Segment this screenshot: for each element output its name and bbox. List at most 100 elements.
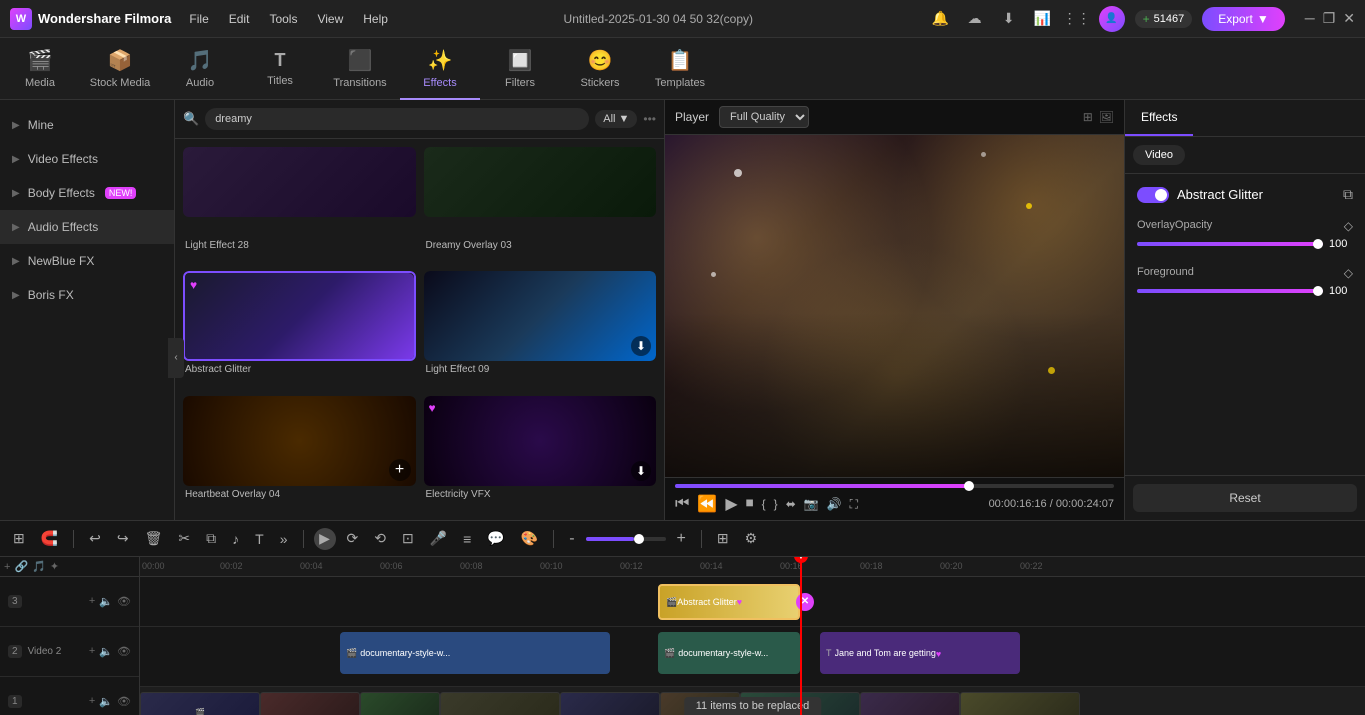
menu-file[interactable]: File (189, 12, 208, 26)
jane-tom-clip[interactable]: T Jane and Tom are getting ♥ (820, 632, 1020, 674)
layout-button[interactable]: ⊞ (712, 527, 734, 550)
video-thumbnail[interactable] (860, 692, 960, 715)
menu-tools[interactable]: Tools (269, 12, 297, 26)
effects-tab[interactable]: Effects (1125, 100, 1193, 136)
sidebar-collapse-button[interactable]: ‹ (168, 338, 184, 378)
zoom-thumb[interactable] (634, 534, 644, 544)
grid-view-icon[interactable]: ⊞ (1083, 110, 1093, 124)
copy-clip-button[interactable]: ⧉ (201, 527, 221, 550)
foreground-track[interactable] (1137, 289, 1323, 293)
effect-toggle[interactable] (1137, 187, 1169, 203)
video-subtab-button[interactable]: Video (1133, 145, 1185, 165)
rewind-button[interactable]: ⏪ (697, 494, 717, 514)
menu-view[interactable]: View (317, 12, 343, 26)
track-2-visibility-icon[interactable]: 👁 (117, 645, 131, 658)
fullscreen-icon[interactable]: ⛶ (850, 497, 858, 512)
skip-back-button[interactable]: ⏮ (675, 495, 689, 513)
copy-effect-button[interactable]: ⧉ (1343, 186, 1353, 203)
effect-card-abstract-glitter[interactable]: ♥ Abstract Glitter (183, 271, 416, 387)
track-2-add-icon[interactable]: + (89, 645, 95, 658)
audio-button[interactable]: ♪ (227, 528, 244, 550)
zoom-in-button[interactable]: + (672, 527, 691, 551)
notification-icon[interactable]: 🔔 (929, 7, 953, 31)
playback-mode-button[interactable]: ▶ (314, 528, 336, 550)
user-avatar[interactable]: 👤 (1099, 6, 1125, 32)
sidebar-item-body-effects[interactable]: ▶ Body Effects NEW! (0, 176, 174, 210)
video-thumbnail[interactable] (960, 692, 1080, 715)
maximize-button[interactable]: ❐ (1323, 10, 1336, 27)
overlay-opacity-track[interactable] (1137, 242, 1323, 246)
track-1-audio-icon[interactable]: 🔈 (99, 695, 113, 708)
effect-card-light-effect-28[interactable]: Light Effect 28 (183, 147, 416, 263)
settings-icon[interactable]: ⚙ (740, 527, 763, 550)
progress-thumb[interactable] (964, 481, 974, 491)
tab-media[interactable]: 🎬 Media (0, 38, 80, 100)
zoom-out-button[interactable]: - (564, 527, 579, 551)
filter-dropdown[interactable]: All ▼ (595, 110, 637, 128)
track-1-add-icon[interactable]: + (89, 695, 95, 708)
vocal-button[interactable]: 🎤 (425, 527, 452, 550)
more-options-icon[interactable]: ••• (643, 112, 656, 126)
video-thumbnail[interactable] (260, 692, 360, 715)
undo-button[interactable]: ↩ (84, 527, 106, 550)
tab-effects[interactable]: ✨ Effects (400, 38, 480, 100)
activity-icon[interactable]: 📊 (1031, 7, 1055, 31)
zoom-slider[interactable] (586, 537, 666, 541)
tab-transitions[interactable]: ⬛ Transitions (320, 38, 400, 100)
tab-audio[interactable]: 🎵 Audio (160, 38, 240, 100)
sidebar-item-mine[interactable]: ▶ Mine (0, 108, 174, 142)
magnetic-snap-button[interactable]: 🧲 (36, 527, 63, 550)
add-magic-icon[interactable]: ✦ (50, 560, 59, 573)
overlay-opacity-thumb[interactable] (1313, 239, 1323, 249)
subtitle-button[interactable]: ≡ (458, 528, 476, 550)
track-3-audio-icon[interactable]: 🔈 (99, 595, 113, 608)
search-input[interactable] (205, 108, 589, 130)
more-tools-button[interactable]: » (275, 528, 293, 550)
tab-stickers[interactable]: 😊 Stickers (560, 38, 640, 100)
add-media-icon[interactable]: + (4, 561, 10, 573)
download-icon[interactable]: ⬇ (997, 7, 1021, 31)
video-thumbnail[interactable]: 🎬 (140, 692, 260, 715)
color-button[interactable]: 🎨 (516, 527, 543, 550)
foreground-thumb[interactable] (1313, 286, 1323, 296)
text-button[interactable]: T (250, 528, 269, 550)
abstract-glitter-clip[interactable]: 🎬 Abstract Glitter ♥ (658, 584, 800, 620)
redo-button[interactable]: ↪ (112, 527, 134, 550)
effect-card-electricity-vfx[interactable]: ♥ ⬇ Electricity VFX (424, 396, 657, 512)
add-track-button[interactable]: ⊞ (8, 527, 30, 550)
effect-card-heartbeat-overlay-04[interactable]: + Heartbeat Overlay 04 (183, 396, 416, 512)
extract-icon[interactable]: ⬌ (786, 497, 796, 511)
documentary-clip-2[interactable]: 🎬 documentary-style-w... (658, 632, 800, 674)
mark-out-icon[interactable]: } (774, 497, 778, 511)
minimize-button[interactable]: ─ (1305, 10, 1315, 27)
progress-bar[interactable] (675, 484, 1114, 488)
reset-button[interactable]: Reset (1133, 484, 1357, 512)
delete-button[interactable]: 🗑 (140, 527, 168, 550)
sidebar-item-video-effects[interactable]: ▶ Video Effects (0, 142, 174, 176)
grid-icon[interactable]: ⋮⋮ (1065, 7, 1089, 31)
video-thumbnail[interactable] (440, 692, 560, 715)
video-thumbnail[interactable] (360, 692, 440, 715)
add-audio-icon[interactable]: 🎵 (32, 560, 46, 573)
download-icon[interactable]: ⬇ (631, 461, 651, 481)
tab-titles[interactable]: T Titles (240, 38, 320, 100)
play-button[interactable]: ▶ (725, 494, 737, 514)
track-2-audio-icon[interactable]: 🔈 (99, 645, 113, 658)
track-3-visibility-icon[interactable]: 👁 (117, 595, 131, 608)
image-view-icon[interactable]: 🖼 (1099, 110, 1114, 124)
keyframe-icon[interactable]: ◇ (1344, 266, 1353, 280)
mark-in-icon[interactable]: { (762, 497, 766, 511)
add-link-icon[interactable]: 🔗 (14, 560, 28, 573)
track-1-visibility-icon[interactable]: 👁 (117, 695, 131, 708)
cut-button[interactable]: ✂ (173, 527, 195, 550)
close-button[interactable]: ✕ (1343, 10, 1355, 27)
track-3-add-icon[interactable]: + (89, 595, 95, 608)
crop-button[interactable]: ⊡ (397, 527, 419, 550)
tab-filters[interactable]: 🔲 Filters (480, 38, 560, 100)
effect-card-dreamy-overlay-03[interactable]: Dreamy Overlay 03 (424, 147, 657, 263)
tab-templates[interactable]: 📋 Templates (640, 38, 720, 100)
sidebar-item-audio-effects[interactable]: ▶ Audio Effects (0, 210, 174, 244)
sidebar-item-boris-fx[interactable]: ▶ Boris FX (0, 278, 174, 312)
menu-edit[interactable]: Edit (229, 12, 250, 26)
keyframe-icon[interactable]: ◇ (1344, 219, 1353, 233)
